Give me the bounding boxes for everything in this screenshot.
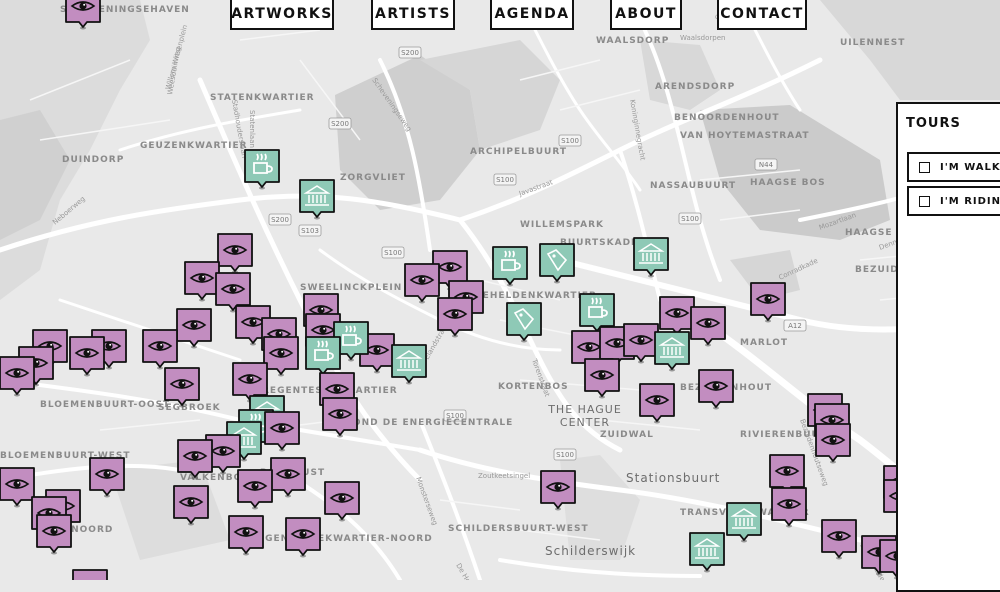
nav-contact[interactable]: CONTACT — [717, 0, 807, 30]
svg-text:S200: S200 — [271, 216, 289, 224]
tour-riding-option[interactable]: I'M RIDING — [907, 186, 1000, 216]
map-label: HAAGSE BOS — [750, 178, 826, 188]
map-label: REGENTESSEKWARTIER-NOORD — [250, 534, 433, 544]
road-shield: S100 — [381, 246, 405, 259]
road-label: Zoutkeetsingel — [478, 472, 530, 480]
tours-title: TOURS — [906, 116, 961, 131]
map-label: ZUIDWAL — [600, 430, 654, 440]
svg-text:S103: S103 — [301, 227, 319, 235]
walking-checkbox[interactable] — [919, 161, 930, 173]
riding-checkbox[interactable] — [919, 195, 930, 207]
map-label: SWEELINCKPLEIN — [300, 283, 402, 293]
district-label: Stationsbuurt — [626, 471, 720, 485]
road-shield: S100 — [558, 134, 582, 147]
map-label: UILENNEST — [840, 38, 905, 48]
map-label: ARCHIPELBUURT — [470, 147, 567, 157]
road-shield: S200 — [328, 117, 352, 130]
map-label: GEUZENKWARTIER — [140, 141, 248, 151]
map-label: MARLOT — [740, 338, 788, 348]
center-label: CENTER — [560, 416, 610, 429]
svg-text:S200: S200 — [331, 120, 349, 128]
road-shield: S200 — [398, 46, 422, 59]
map-label: KORTENBOS — [498, 382, 569, 392]
map-label: ZORGVLIET — [340, 173, 406, 183]
map-label: WILLEMSPARK — [520, 220, 604, 230]
tours-panel: TOURS I'M WALKING I'M RIDING — [896, 102, 1000, 592]
road-label: Waalsdorpen — [680, 34, 725, 42]
tour-walking-option[interactable]: I'M WALKING — [907, 152, 1000, 182]
map-label: WAALSDORP — [596, 36, 669, 46]
center-label: THE HAGUE — [547, 403, 622, 416]
road-shield: S200 — [268, 213, 292, 226]
nav-about[interactable]: ABOUT — [610, 0, 682, 30]
road-shield: S100 — [678, 212, 702, 225]
district-label: Schilderswijk — [545, 544, 636, 558]
map-label: BENOORDENHOUT — [674, 113, 780, 123]
tour-riding-label: I'M RIDING — [940, 195, 1000, 207]
svg-text:S100: S100 — [681, 215, 699, 223]
svg-text:S100: S100 — [496, 176, 514, 184]
road-shield: S100 — [493, 173, 517, 186]
tour-walking-label: I'M WALKING — [940, 161, 1000, 173]
road-shield: A12 — [783, 319, 807, 332]
map-label: ROND DE ENERGIECENTRALE — [345, 418, 513, 428]
map-label: ARENDSDORP — [655, 82, 735, 92]
map-label: DUINDORP — [62, 155, 124, 165]
svg-text:S100: S100 — [556, 451, 574, 459]
svg-text:A12: A12 — [788, 322, 802, 330]
map-label: BLOEMENBUURT-OOST — [40, 400, 170, 410]
map-label: ZEEHELDENKWARTIER — [468, 291, 597, 301]
artwork-pin[interactable] — [72, 569, 108, 580]
nav-artists[interactable]: ARTISTS — [371, 0, 455, 30]
road-shield: N44 — [754, 158, 778, 171]
nav-agenda[interactable]: AGENDA — [490, 0, 574, 30]
svg-text:N44: N44 — [759, 161, 774, 169]
map-label: STATENKWARTIER — [210, 93, 315, 103]
svg-text:S100: S100 — [561, 137, 579, 145]
road-shield: S100 — [553, 448, 577, 461]
map-label: SEGBROEK — [158, 403, 221, 413]
road-shield: S103 — [298, 224, 322, 237]
svg-text:S200: S200 — [401, 49, 419, 57]
road-label: Statenlaan — [248, 110, 256, 148]
map-label: SCHILDERSBUURT-WEST — [448, 524, 589, 534]
nav-artworks[interactable]: ARTWORKS — [230, 0, 334, 30]
city-map[interactable]: S200 S200 S200 S100 S100 S100 S100 S103 S100 N44 A… — [0, 0, 1000, 580]
map-label: VAN HOYTEMASTRAAT — [680, 131, 810, 141]
svg-text:S100: S100 — [384, 249, 402, 257]
map-label: NASSAUBUURT — [650, 181, 736, 191]
